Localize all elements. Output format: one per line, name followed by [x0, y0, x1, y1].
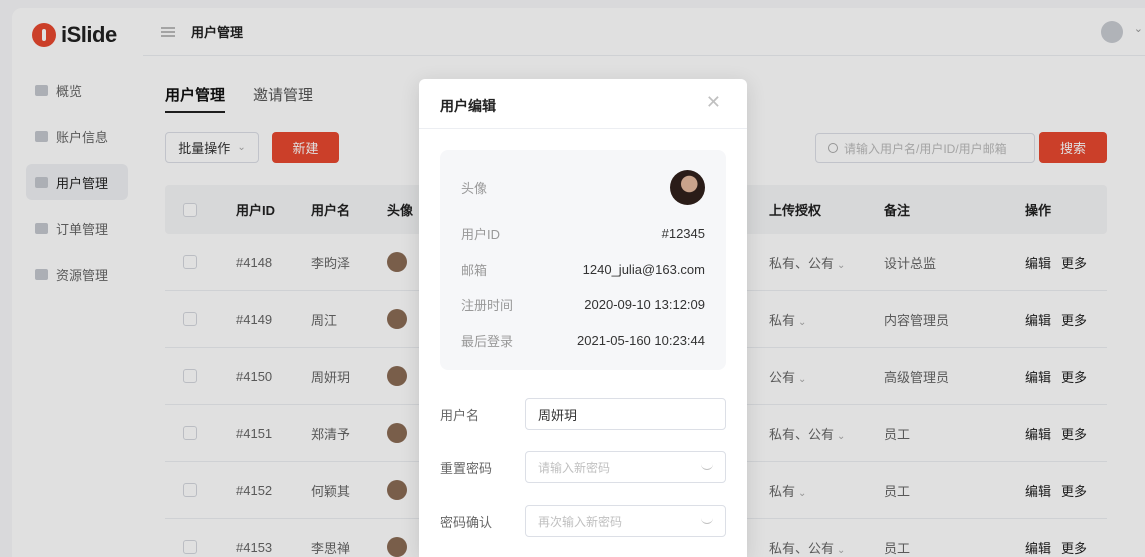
form-row-reset-password: 重置密码 请输入新密码	[440, 451, 726, 483]
user-info-card: 头像 用户ID #12345 邮箱 1240_julia@163.com 注册时…	[440, 150, 726, 370]
info-row-avatar: 头像	[461, 170, 705, 205]
info-value: 1240_julia@163.com	[582, 262, 705, 277]
eye-closed-icon[interactable]	[701, 464, 713, 470]
info-row-register-time: 注册时间 2020-09-10 13:12:09	[461, 295, 705, 314]
form-row-confirm-password: 密码确认 再次输入新密码	[440, 505, 726, 537]
form-label: 密码确认	[440, 514, 493, 530]
modal-title: 用户编辑	[440, 98, 496, 114]
username-value: 周妍玥	[538, 407, 578, 423]
password-placeholder: 请输入新密码	[538, 460, 611, 475]
new-password-field[interactable]: 请输入新密码	[525, 451, 726, 483]
info-label: 邮箱	[461, 263, 488, 278]
confirm-placeholder: 再次输入新密码	[538, 514, 623, 529]
form-label: 重置密码	[440, 460, 493, 476]
info-row-id: 用户ID #12345	[461, 224, 705, 243]
info-label: 最后登录	[461, 334, 514, 349]
close-icon[interactable]: ✕	[706, 93, 721, 111]
form-label: 用户名	[440, 407, 480, 423]
form-row-username: 用户名 周妍玥	[440, 398, 726, 430]
info-value: 2021-05-160 10:23:44	[577, 333, 705, 348]
info-value: 2020-09-10 13:12:09	[584, 297, 705, 312]
info-label: 注册时间	[461, 298, 514, 313]
info-label: 头像	[461, 181, 488, 196]
info-value: #12345	[661, 226, 705, 241]
user-edit-modal: 用户编辑 ✕ 头像 用户ID #12345 邮箱 1240_julia@163.…	[419, 79, 747, 557]
avatar	[670, 170, 705, 205]
eye-closed-icon[interactable]	[701, 518, 713, 524]
username-field[interactable]: 周妍玥	[525, 398, 726, 430]
info-row-email: 邮箱 1240_julia@163.com	[461, 260, 705, 279]
info-label: 用户ID	[461, 227, 501, 242]
divider	[419, 128, 747, 129]
confirm-password-field[interactable]: 再次输入新密码	[525, 505, 726, 537]
info-row-last-login: 最后登录 2021-05-160 10:23:44	[461, 331, 705, 350]
